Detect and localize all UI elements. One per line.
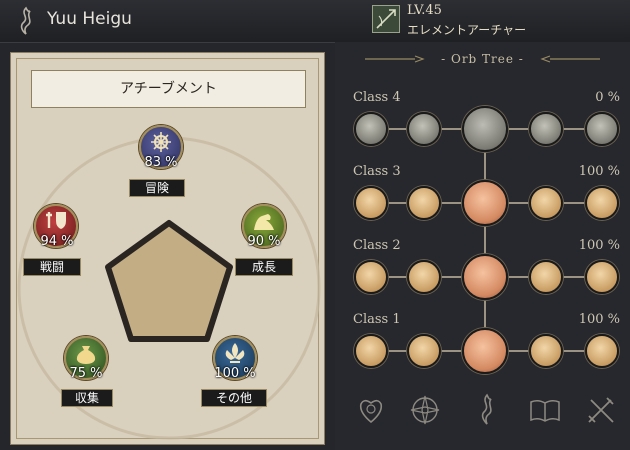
class-2-orb-1[interactable] [354,260,388,294]
class-4-orb-1[interactable] [354,112,388,146]
combat-label[interactable]: 戦闘 [23,258,81,276]
class-3-core-orb[interactable] [462,180,508,226]
adventure-label[interactable]: 冒険 [129,179,185,197]
class-4-orb-2[interactable] [407,112,441,146]
class-3-orb-1[interactable] [354,186,388,220]
misc-percent: 100 % [214,366,256,381]
class-2-orb-3[interactable] [529,260,563,294]
ornament-right [540,55,600,63]
class-3-orb-2[interactable] [407,186,441,220]
orb-tree-panel: - Orb Tree - Class 4 0 % Class 3 100 % C… [335,42,630,450]
element-archer-class-icon [372,5,400,33]
class-1-orb-1[interactable] [354,334,388,368]
character-level: LV.45 [407,3,442,18]
compass-rose-icon[interactable] [407,392,443,428]
class-1-percent: 100 % [578,312,620,327]
achievement-pentagon [105,220,233,342]
growth-label[interactable]: 成長 [235,258,293,276]
class-4-orb-4[interactable] [585,112,619,146]
crossed-tools-icon[interactable] [583,392,619,428]
combat-percent: 94 % [40,234,74,249]
open-book-icon[interactable] [527,392,563,428]
class-1-orb-4[interactable] [585,334,619,368]
class-3-percent: 100 % [578,164,620,179]
character-name: Yuu Heigu [47,9,132,29]
class-4-percent: 0 % [595,90,620,105]
class-1-orb-3[interactable] [529,334,563,368]
class-1-label: Class 1 [353,312,401,327]
class-4-core-orb[interactable] [462,106,508,152]
class-2-orb-4[interactable] [585,260,619,294]
heart-seal-icon[interactable] [353,392,389,428]
class-4-label: Class 4 [353,90,401,105]
class-3-orb-4[interactable] [585,186,619,220]
class-2-label: Class 2 [353,238,401,253]
class-2-core-orb[interactable] [462,254,508,300]
collection-label[interactable]: 収集 [61,389,113,407]
achievement-panel: アチーブメント 83 % 冒険 94 % 戦闘 90 % 成長 75 % 収集 [10,52,325,445]
class-2-percent: 100 % [578,238,620,253]
top-bar: Yuu Heigu LV.45 エレメントアーチャー [0,0,630,43]
flame-emblem-icon[interactable] [469,392,505,428]
class-3-label: Class 3 [353,164,401,179]
adventure-percent: 83 % [144,155,178,170]
collection-percent: 75 % [69,366,103,381]
character-class: エレメントアーチャー [407,23,527,37]
class-1-core-orb[interactable] [462,328,508,374]
class-1-orb-2[interactable] [407,334,441,368]
class-2-orb-2[interactable] [407,260,441,294]
flame-emblem-icon [20,6,31,35]
growth-percent: 90 % [247,234,281,249]
class-4-orb-3[interactable] [529,112,563,146]
class-3-orb-3[interactable] [529,186,563,220]
misc-label[interactable]: その他 [201,389,267,407]
